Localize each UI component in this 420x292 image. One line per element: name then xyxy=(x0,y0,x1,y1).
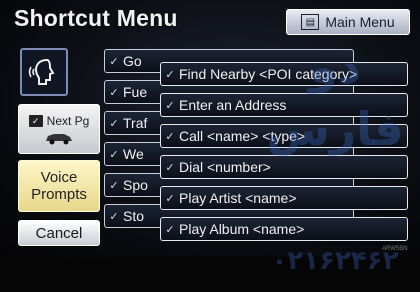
command-label: Find Nearby <POI category> xyxy=(179,66,358,82)
back-command-label: We xyxy=(123,146,144,162)
back-command-label: Spo xyxy=(123,177,148,193)
command-label: Enter an Address xyxy=(179,97,287,113)
cancel-label: Cancel xyxy=(35,224,83,242)
command-find-nearby[interactable]: ✓ Find Nearby <POI category> xyxy=(160,62,408,86)
command-play-album[interactable]: ✓ Play Album <name> xyxy=(160,217,408,241)
command-call[interactable]: ✓ Call <name> <type> xyxy=(160,124,408,148)
check-icon: ✓ xyxy=(165,223,175,236)
check-icon: ✓ xyxy=(165,99,175,112)
check-icon: ✓ xyxy=(109,86,119,99)
check-icon: ✓ xyxy=(165,192,175,205)
voice-command-icon xyxy=(28,58,55,85)
check-icon: ✓ xyxy=(109,210,119,223)
command-label: Play Album <name> xyxy=(179,221,305,237)
back-command-label: Traf xyxy=(123,115,148,131)
figure-code: ARW5BN xyxy=(382,246,408,252)
check-icon: ✓ xyxy=(109,55,119,68)
main-menu-label: Main Menu xyxy=(325,14,395,30)
command-label: Play Artist <name> xyxy=(179,190,297,206)
check-icon: ✓ xyxy=(165,161,175,174)
next-page-button[interactable]: ✓ Next Pg xyxy=(18,104,100,154)
main-menu-button[interactable]: ▤ Main Menu xyxy=(286,9,410,35)
next-page-label: Next Pg xyxy=(46,113,90,128)
check-icon: ✓ xyxy=(109,179,119,192)
check-icon: ✓ xyxy=(165,68,175,81)
command-enter-address[interactable]: ✓ Enter an Address xyxy=(160,93,408,117)
back-command-label: Sto xyxy=(123,208,145,224)
menu-icon: ▤ xyxy=(301,14,320,30)
check-icon: ✓ xyxy=(109,117,119,130)
check-icon: ✓ xyxy=(28,114,43,127)
voice-prompts-button[interactable]: Voice Prompts xyxy=(18,160,100,212)
command-label: Call <name> <type> xyxy=(179,128,306,144)
command-play-artist[interactable]: ✓ Play Artist <name> xyxy=(160,186,408,210)
back-command-label: Fue xyxy=(123,84,148,100)
command-label: Dial <number> xyxy=(179,159,271,175)
page-title: Shortcut Menu xyxy=(14,5,178,31)
check-icon: ✓ xyxy=(109,148,119,161)
cancel-button[interactable]: Cancel xyxy=(18,220,100,246)
car-icon xyxy=(46,133,72,144)
voice-command-tile[interactable] xyxy=(20,48,68,96)
voice-prompts-label: Voice Prompts xyxy=(31,169,87,203)
command-dial[interactable]: ✓ Dial <number> xyxy=(160,155,408,179)
shortcut-menu-screen: Shortcut Menu ▤ Main Menu ✓ Next Pg Voic… xyxy=(0,0,420,276)
check-icon: ✓ xyxy=(165,130,175,143)
back-command-label: Go xyxy=(123,53,142,69)
